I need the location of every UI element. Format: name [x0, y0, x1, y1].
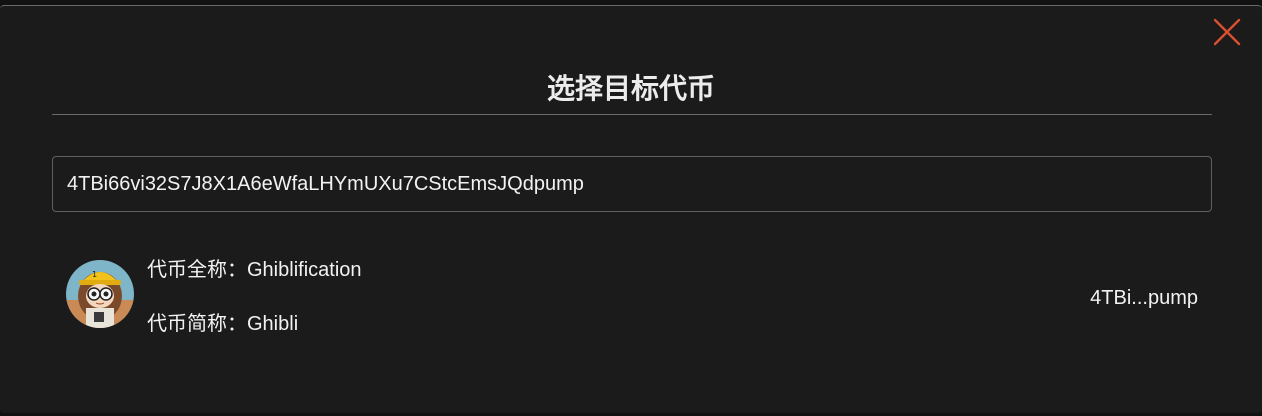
close-icon — [1213, 18, 1241, 46]
token-short-name: 代币简称：Ghibli — [147, 310, 298, 337]
title-divider — [52, 114, 1212, 115]
short-name-label: 代币简称： — [147, 311, 247, 335]
token-address-short: 4TBi...pump — [1090, 287, 1198, 309]
token-avatar: 1 — [66, 260, 134, 328]
select-token-dialog: 选择目标代币 1 — [0, 5, 1262, 413]
token-result-item[interactable]: 1 代币全称：Ghiblification 代币简称：Ghibli 4TBi..… — [52, 246, 1212, 346]
token-full-name: 代币全称：Ghiblification — [147, 256, 362, 283]
full-name-label: 代币全称： — [147, 257, 247, 281]
short-name-value: Ghibli — [247, 313, 299, 335]
dialog-title: 选择目标代币 — [546, 72, 715, 105]
token-address-input[interactable] — [52, 156, 1212, 212]
close-button[interactable] — [1212, 17, 1242, 47]
full-name-value: Ghiblification — [247, 259, 362, 281]
svg-text:1: 1 — [92, 270, 97, 279]
